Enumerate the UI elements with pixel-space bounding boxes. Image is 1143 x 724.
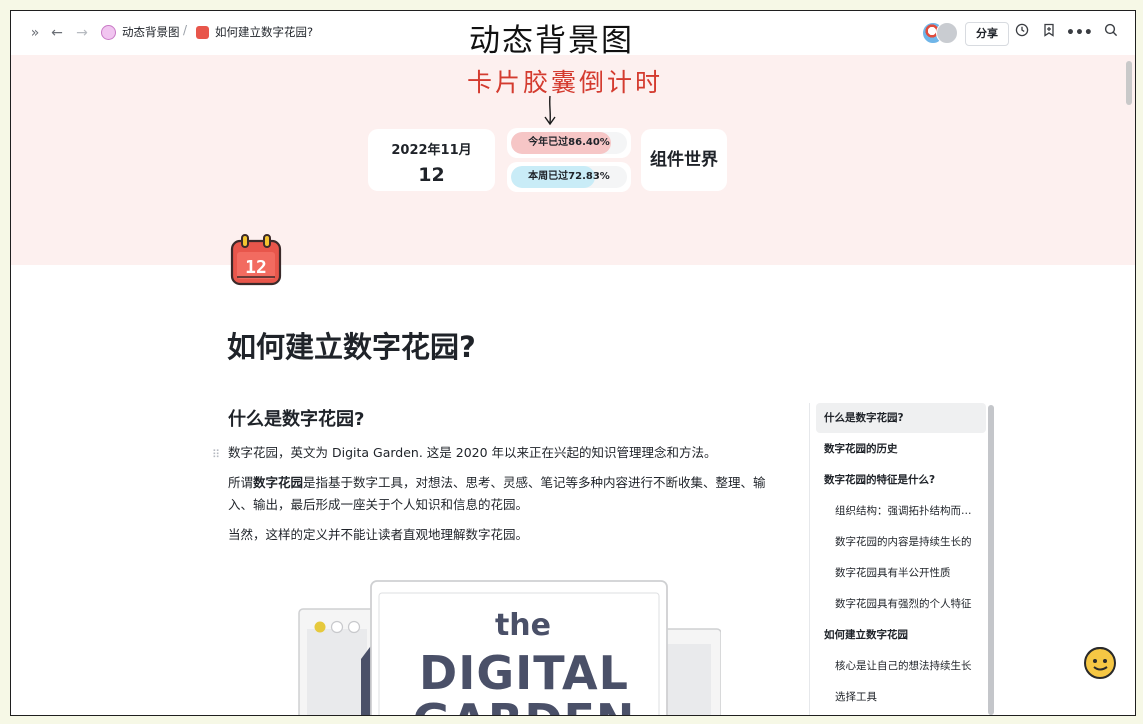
- toc-item[interactable]: 如何建立数字花园: [816, 620, 986, 650]
- table-of-contents: 什么是数字花园? 数字花园的历史 数字花园的特征是什么? 组织结构：强调拓扑结构…: [809, 403, 990, 715]
- paragraph-3[interactable]: 当然，这样的定义并不能让读者直观地理解数字花园。: [228, 524, 773, 546]
- breadcrumb-parent[interactable]: 动态背景图: [101, 24, 180, 40]
- arrow-down-icon: [544, 95, 556, 126]
- avatar: [936, 22, 958, 44]
- page-icon-day: 12: [245, 257, 267, 278]
- paragraph-2-suffix: 是指基于数字工具，对想法、思考、灵感、笔记等多种内容进行不断收集、整理、输入、输…: [228, 475, 766, 512]
- history-clock-icon[interactable]: [1012, 23, 1032, 43]
- illustration-text-digital: DIGITAL: [419, 646, 629, 700]
- year-progress-track: 今年已过86.40%: [511, 132, 627, 154]
- toc-item[interactable]: 数字花园具有半公开性质: [816, 558, 986, 588]
- date-card: 2022年11月 12: [368, 129, 495, 191]
- paragraph-1[interactable]: 数字花园，英文为 Digita Garden. 这是 2020 年以来正在兴起的…: [228, 442, 773, 464]
- drag-handle-icon[interactable]: ⠿: [212, 448, 220, 461]
- paragraph-2[interactable]: 所谓数字花园是指基于数字工具，对想法、思考、灵感、笔记等多种内容进行不断收集、整…: [228, 472, 773, 516]
- toc-item[interactable]: 数字花园的特征是什么?: [816, 465, 986, 495]
- week-progress-card: 本周已过72.83%: [507, 162, 631, 192]
- toc-item[interactable]: 核心是让自己的想法持续生长: [816, 651, 986, 681]
- toc-item[interactable]: 什么是数字花园?: [816, 403, 986, 433]
- collaborator-avatars[interactable]: [922, 22, 958, 44]
- paragraph-2-prefix: 所谓: [228, 475, 254, 490]
- breadcrumb-parent-label: 动态背景图: [122, 25, 180, 39]
- week-progress-track: 本周已过72.83%: [511, 166, 627, 188]
- widget-world-card[interactable]: 组件世界: [641, 129, 727, 191]
- calendar-page-icon[interactable]: 12: [229, 233, 283, 287]
- toc-item[interactable]: 组织结构：强调拓扑结构而…: [816, 496, 986, 526]
- illustration-text-garden: GARDEN: [413, 694, 636, 716]
- more-icon[interactable]: •••: [1066, 23, 1093, 43]
- year-progress-card: 今年已过86.40%: [507, 128, 631, 158]
- cover-annotation: 卡片胶囊倒计时: [467, 68, 664, 97]
- back-arrow-icon[interactable]: ←: [47, 23, 67, 43]
- paragraph-2-bold: 数字花园: [253, 475, 304, 490]
- share-button[interactable]: 分享: [965, 22, 1009, 46]
- year-progress-label: 今年已过86.40%: [528, 137, 610, 148]
- toc-item[interactable]: 数字花园的历史: [816, 434, 986, 464]
- forward-arrow-icon[interactable]: →: [72, 23, 92, 43]
- toc-item[interactable]: 数字花园具有强烈的个人特征: [816, 589, 986, 619]
- section-heading[interactable]: 什么是数字花园?: [228, 405, 364, 431]
- toc-item[interactable]: 选择工具: [816, 682, 986, 712]
- overlay-title: 动态背景图: [469, 23, 634, 59]
- digital-garden-illustration[interactable]: the DIGITAL GARDEN: [261, 559, 721, 716]
- breadcrumb-current-label: 如何建立数字花园?: [215, 25, 314, 39]
- date-day: 12: [418, 164, 445, 186]
- expand-sidebar-icon[interactable]: »: [25, 23, 45, 43]
- breadcrumb-current[interactable]: 如何建立数字花园?: [196, 24, 313, 40]
- breadcrumb-separator: /: [183, 23, 188, 37]
- app-window: » ← → 动态背景图 / 如何建立数字花园? 动态背景图 分享 ••• 卡片胶…: [10, 10, 1136, 716]
- doc-emoji-icon: [101, 24, 116, 40]
- date-year-month: 2022年11月: [391, 143, 472, 158]
- assistant-mascot-icon[interactable]: [1079, 641, 1119, 681]
- bookmark-icon[interactable]: [1039, 23, 1059, 43]
- toc-item[interactable]: 数字花园的内容是持续生长的: [816, 527, 986, 557]
- search-icon[interactable]: [1101, 23, 1121, 43]
- week-progress-label: 本周已过72.83%: [528, 171, 610, 182]
- top-bar: » ← → 动态背景图 / 如何建立数字花园? 动态背景图 分享 •••: [11, 11, 1135, 59]
- calendar-icon: [196, 25, 209, 39]
- illustration-text-the: the: [495, 608, 551, 643]
- toc-scrollbar[interactable]: [988, 405, 994, 715]
- main-scrollbar[interactable]: [1126, 61, 1132, 105]
- page-title[interactable]: 如何建立数字花园?: [227, 324, 476, 366]
